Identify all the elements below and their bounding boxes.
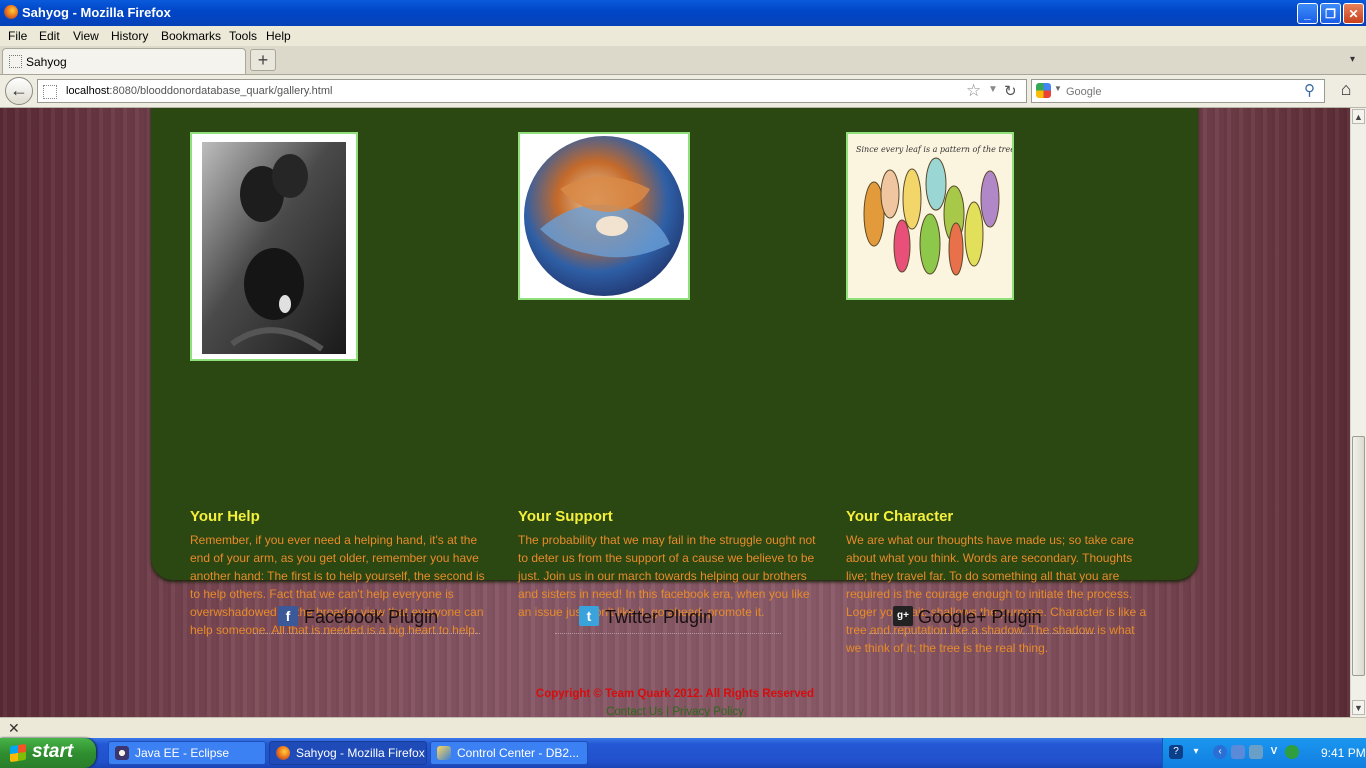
menu-view[interactable]: View — [73, 29, 99, 43]
navigation-bar: ← localhost:8080/blooddonordatabase_quar… — [0, 75, 1366, 108]
google-plus-plugin-label: Google+ Plugin — [918, 607, 1042, 627]
system-tray: ? ▾ ‹ V 9:41 PM — [1162, 738, 1366, 768]
page-favicon-icon — [9, 55, 22, 68]
facebook-plugin-label: Facebook Plugin — [304, 607, 439, 627]
tab-label: Sahyog — [26, 55, 67, 69]
menu-edit[interactable]: Edit — [39, 29, 60, 43]
search-bar[interactable]: ▼ ⚲ — [1031, 79, 1325, 103]
firefox-icon — [4, 5, 18, 19]
menu-bar: File Edit View History Bookmarks Tools H… — [0, 26, 1366, 46]
gallery-panel: Your Help Remember, if you ever need a h… — [151, 108, 1198, 655]
children-looking-up-photo — [192, 134, 356, 359]
vertical-scrollbar[interactable]: ▲ ▼ — [1350, 108, 1366, 717]
maximize-button[interactable]: ❐ — [1320, 3, 1341, 24]
plugin-divider — [254, 633, 480, 634]
magnifier-icon[interactable]: ⚲ — [1304, 81, 1315, 99]
window-title-bar: Sahyog - Mozilla Firefox _ ❐ ✕ — [0, 0, 1366, 26]
tray-arrow-icon[interactable]: ‹ — [1213, 745, 1227, 759]
windows-logo-icon — [10, 743, 26, 763]
search-input[interactable] — [1064, 83, 1298, 101]
scrollbar-thumb[interactable] — [1352, 436, 1365, 676]
plugin-divider — [869, 633, 1095, 634]
painted-hands-globe — [524, 136, 684, 296]
start-button[interactable]: start — [0, 738, 96, 768]
your-character-heading: Your Character — [846, 508, 954, 525]
db2-control-center-icon — [437, 746, 451, 760]
close-add-on-bar-icon[interactable]: ✕ — [8, 720, 20, 737]
menu-history[interactable]: History — [111, 29, 148, 43]
start-label: start — [32, 741, 74, 762]
window-title: Sahyog - Mozilla Firefox — [22, 5, 171, 20]
close-button[interactable]: ✕ — [1343, 3, 1364, 24]
your-support-image — [518, 132, 690, 300]
minimize-button[interactable]: _ — [1297, 3, 1318, 24]
tab-sahyog[interactable]: Sahyog — [2, 48, 246, 74]
your-character-text: We are what our thoughts have made us; s… — [846, 533, 1147, 655]
add-on-bar: ✕ — [0, 717, 1366, 739]
footer-separator: | — [666, 706, 670, 717]
url-host: localhost — [66, 85, 110, 97]
your-help-image — [190, 132, 358, 361]
menu-bookmarks[interactable]: Bookmarks — [161, 29, 221, 43]
painted-leaves-illustration: Since every leaf is a pattern of the tre… — [848, 134, 1012, 298]
v-app-icon[interactable]: V — [1267, 745, 1281, 759]
google-plus-icon: g+ — [893, 606, 913, 626]
menu-help[interactable]: Help — [266, 29, 291, 43]
clock[interactable]: 9:41 PM — [1321, 746, 1366, 760]
google-engine-icon[interactable] — [1036, 83, 1051, 98]
taskbar-eclipse-label: Java EE - Eclipse — [135, 746, 230, 760]
contact-us-link[interactable]: Contact Us — [606, 706, 663, 717]
taskbar-db2[interactable]: Control Center - DB2... — [430, 741, 588, 765]
copyright-text: Copyright © Team Quark 2012. All Rights … — [535, 688, 815, 700]
taskbar-eclipse[interactable]: Java EE - Eclipse — [108, 741, 266, 765]
twitter-plugin-label: Twitter Plugin — [605, 607, 714, 627]
footer-links: Contact Us | Privacy Policy — [0, 706, 1350, 717]
menu-tools[interactable]: Tools — [229, 29, 257, 43]
firefox-icon — [276, 746, 290, 760]
engine-dropdown-icon[interactable]: ▼ — [1054, 84, 1062, 93]
url-path: :8080/blooddonordatabase_quark/gallery.h… — [109, 85, 333, 97]
scroll-down-icon[interactable]: ▼ — [1352, 700, 1365, 715]
taskbar-firefox[interactable]: Sahyog - Mozilla Firefox — [269, 741, 427, 765]
home-icon[interactable]: ⌂ — [1334, 79, 1358, 103]
windows-taskbar: start Java EE - Eclipse Sahyog - Mozilla… — [0, 738, 1366, 768]
leaves-caption: Since every leaf is a pattern of the tre… — [856, 145, 1012, 154]
network-icon[interactable] — [1231, 745, 1245, 759]
status-icon[interactable] — [1285, 745, 1299, 759]
eclipse-icon — [115, 746, 129, 760]
privacy-policy-link[interactable]: Privacy Policy — [672, 706, 744, 717]
help-icon[interactable]: ? — [1169, 745, 1183, 759]
new-tab-button[interactable]: + — [250, 49, 276, 71]
facebook-icon: f — [278, 606, 298, 626]
site-identity-icon[interactable] — [43, 85, 57, 99]
bookmark-star-icon[interactable]: ☆ — [966, 81, 981, 101]
back-button[interactable]: ← — [5, 77, 33, 105]
menu-file[interactable]: File — [8, 29, 27, 43]
taskbar-firefox-label: Sahyog - Mozilla Firefox — [296, 746, 425, 760]
page-viewport: Your Help Remember, if you ever need a h… — [0, 108, 1350, 717]
url-text[interactable]: localhost:8080/blooddonordatabase_quark/… — [66, 85, 332, 97]
url-bar[interactable]: localhost:8080/blooddonordatabase_quark/… — [37, 79, 1027, 103]
tab-bar: Sahyog + ▾ — [0, 46, 1366, 75]
plugin-divider — [555, 633, 781, 634]
list-all-tabs-icon[interactable]: ▾ — [1350, 54, 1355, 65]
reload-icon[interactable]: ↻ — [1004, 82, 1017, 100]
your-support-heading: Your Support — [518, 508, 613, 525]
connection-icon[interactable] — [1249, 745, 1263, 759]
taskbar-db2-label: Control Center - DB2... — [457, 746, 580, 760]
twitter-icon: t — [579, 606, 599, 626]
your-help-heading: Your Help — [190, 508, 260, 525]
scroll-up-icon[interactable]: ▲ — [1352, 109, 1365, 124]
volume-icon[interactable]: ▾ — [1189, 745, 1203, 759]
your-character-image: Since every leaf is a pattern of the tre… — [846, 132, 1014, 300]
history-dropdown-icon[interactable]: ▼ — [988, 84, 998, 95]
